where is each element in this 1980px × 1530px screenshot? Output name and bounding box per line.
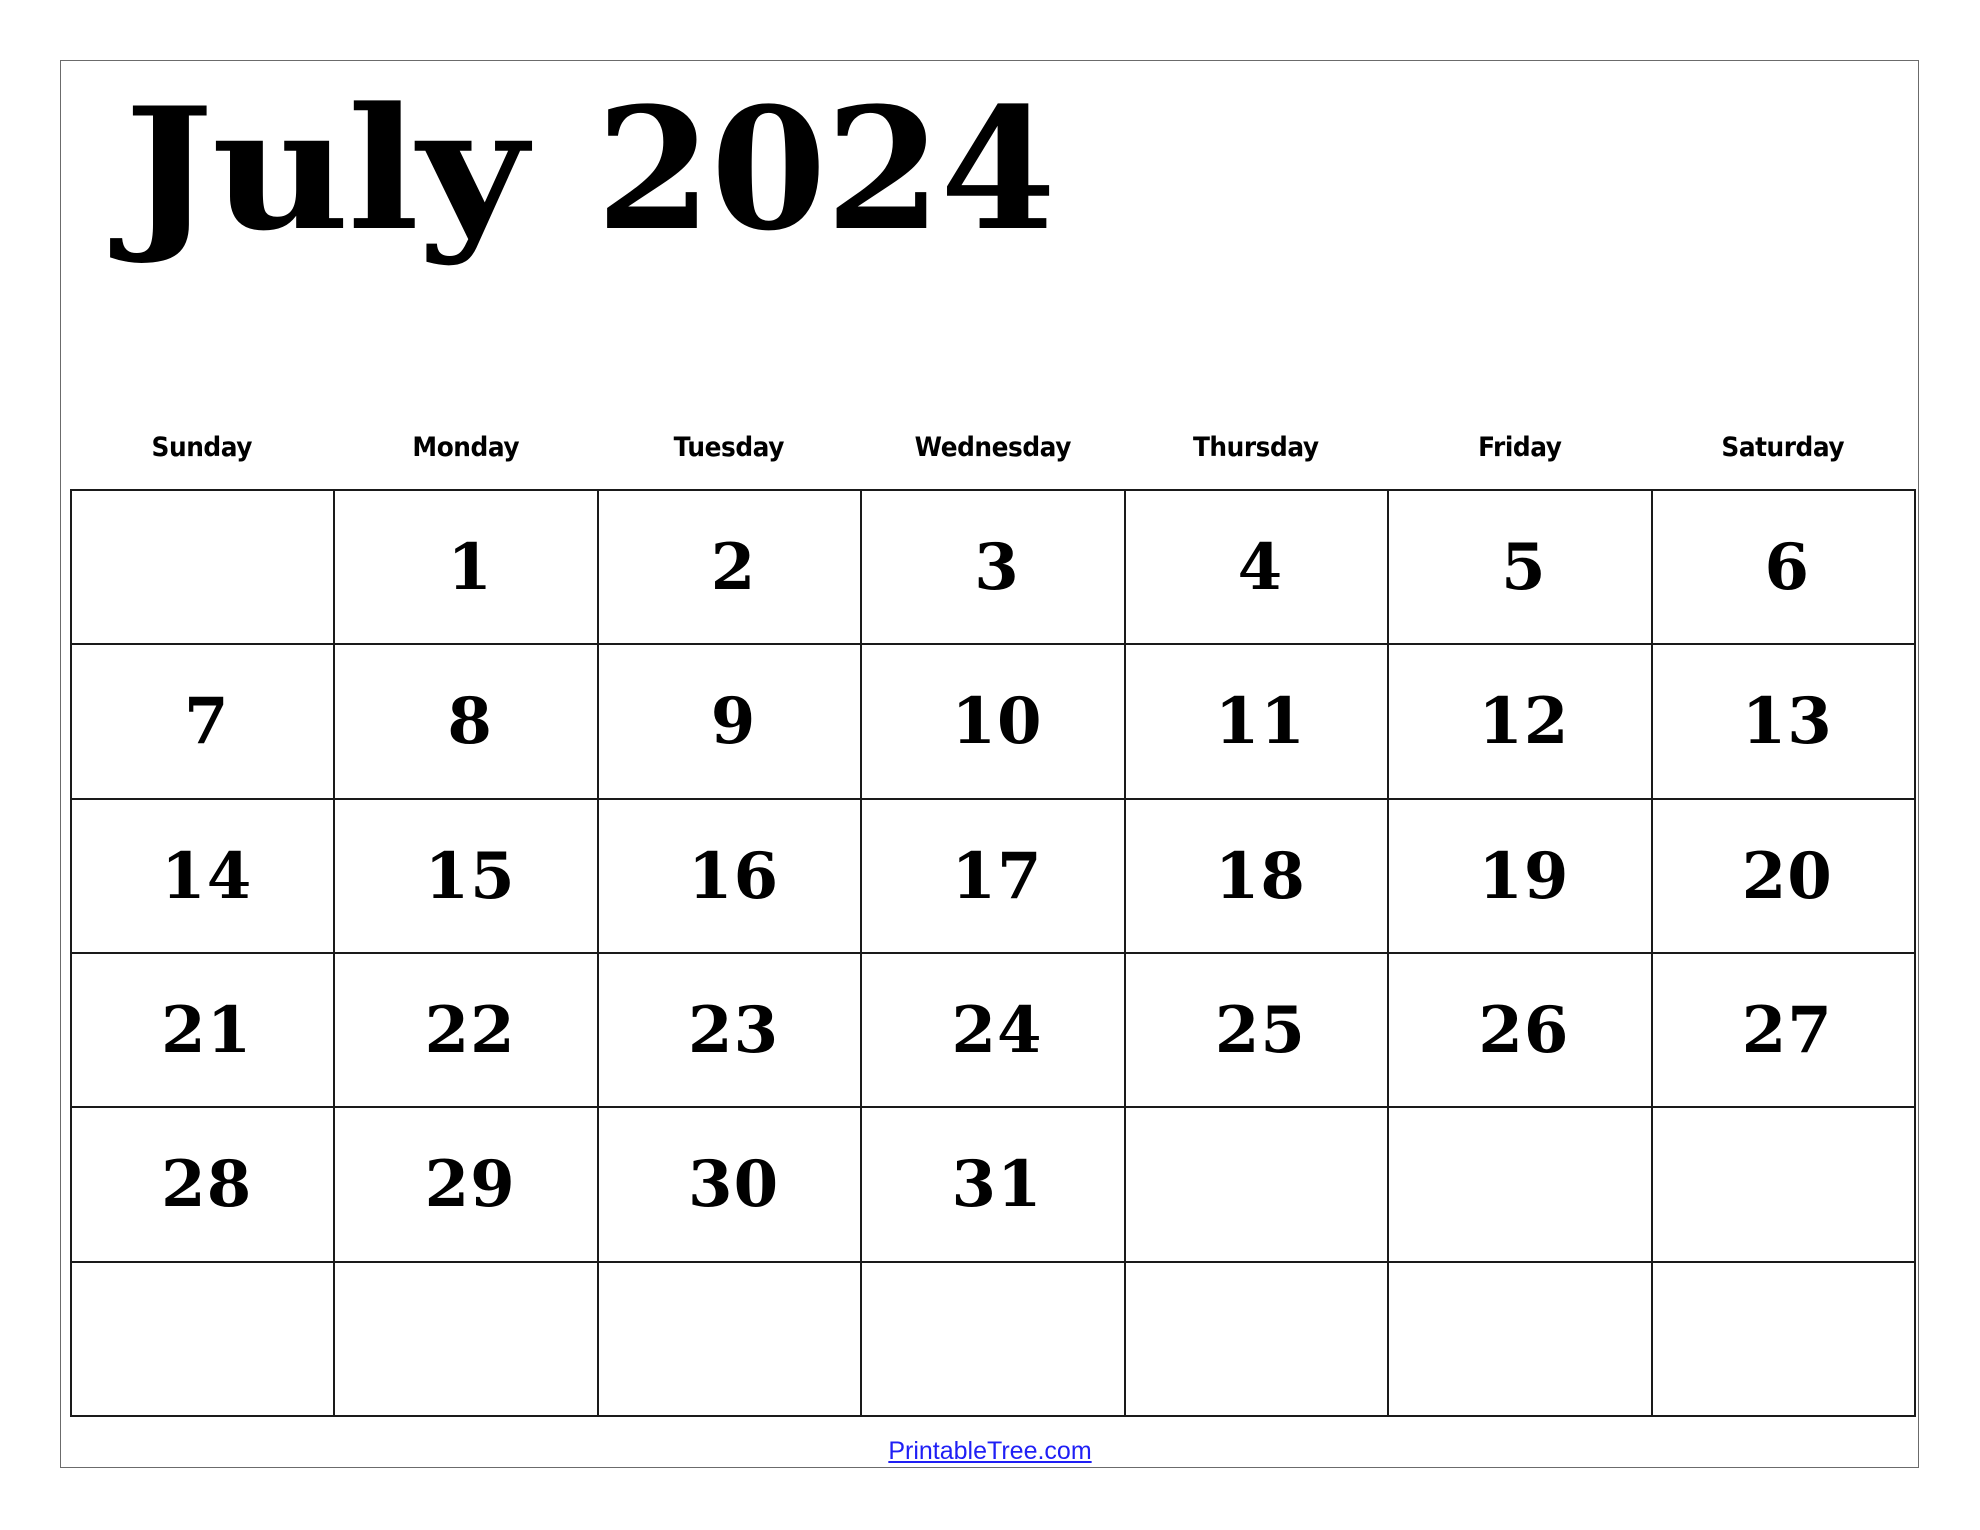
day-number: 5 [1501, 530, 1547, 606]
day-number: 23 [688, 993, 780, 1069]
day-cell: 4 [1125, 491, 1390, 646]
day-number: 27 [1741, 993, 1833, 1069]
weekday-sunday: Sunday [151, 432, 253, 463]
day-cell [72, 1262, 336, 1417]
weekday-saturday: Saturday [1721, 432, 1845, 463]
day-cell: 3 [862, 491, 1126, 646]
day-cell: 27 [1652, 953, 1916, 1109]
year-title: 2024 [596, 70, 1056, 268]
day-cell: 21 [72, 953, 336, 1109]
day-cell: 5 [1389, 491, 1653, 646]
day-number [199, 1338, 207, 1340]
day-number: 21 [161, 993, 253, 1069]
day-cell: 10 [862, 645, 1126, 800]
day-number: 20 [1741, 838, 1833, 914]
day-cell: 19 [1389, 799, 1653, 954]
weekday-wednesday: Wednesday [914, 432, 1071, 463]
day-cell [1389, 1108, 1653, 1263]
day-cell [1125, 1108, 1390, 1263]
day-cell: 2 [598, 491, 863, 646]
day-number: 29 [424, 1147, 516, 1223]
day-cell: 22 [335, 953, 599, 1109]
day-number: 6 [1764, 530, 1811, 606]
day-cell [1652, 1262, 1916, 1417]
day-cell: 13 [1652, 645, 1916, 800]
day-cell: 8 [335, 645, 599, 800]
day-cell [598, 1262, 863, 1417]
day-number [1779, 1338, 1787, 1340]
day-number: 24 [951, 993, 1043, 1069]
day-number: 2 [710, 530, 757, 606]
day-cell: 14 [72, 799, 336, 954]
day-number: 11 [1214, 684, 1306, 760]
day-cell: 29 [335, 1108, 599, 1263]
day-number [1252, 1338, 1260, 1340]
day-number: 28 [161, 1147, 253, 1223]
day-number: 30 [688, 1147, 780, 1223]
day-cell: 15 [335, 799, 599, 954]
day-number: 19 [1478, 838, 1570, 914]
day-number [462, 1338, 470, 1340]
day-cell: 7 [72, 645, 336, 800]
day-number: 26 [1478, 993, 1570, 1069]
weekday-monday: Monday [411, 432, 519, 463]
day-number: 10 [951, 684, 1043, 760]
weekday-header-row: Sunday Monday Tuesday Wednesday Thursday… [70, 420, 1915, 476]
day-cell [72, 491, 336, 646]
day-number [726, 1338, 734, 1340]
day-number: 17 [951, 838, 1043, 914]
calendar-grid: 1 2 3 4 5 6 7 8 9 10 11 12 13 14 15 16 1… [70, 489, 1916, 1417]
day-number: 18 [1214, 838, 1306, 914]
day-cell [862, 1262, 1126, 1417]
day-number [1779, 1183, 1787, 1185]
day-number: 7 [183, 684, 230, 760]
day-cell: 18 [1125, 799, 1390, 954]
day-number: 1 [447, 530, 493, 606]
printabletree-link[interactable]: PrintableTree.com [888, 1437, 1091, 1465]
day-cell: 30 [598, 1108, 863, 1263]
day-number: 8 [447, 684, 493, 760]
weekday-friday: Friday [1477, 432, 1562, 463]
day-number: 15 [424, 838, 516, 914]
day-number [1516, 1338, 1524, 1340]
day-cell: 12 [1389, 645, 1653, 800]
day-number [1252, 1183, 1260, 1185]
day-cell: 20 [1652, 799, 1916, 954]
day-number: 3 [974, 530, 1020, 606]
day-cell: 9 [598, 645, 863, 800]
day-cell [1125, 1262, 1390, 1417]
day-cell: 23 [598, 953, 863, 1109]
day-number: 14 [161, 838, 253, 914]
day-number [199, 566, 207, 568]
day-number: 12 [1478, 684, 1570, 760]
day-cell: 16 [598, 799, 863, 954]
day-cell [1652, 1108, 1916, 1263]
day-cell: 17 [862, 799, 1126, 954]
day-cell: 24 [862, 953, 1126, 1109]
day-number: 22 [424, 993, 516, 1069]
day-number: 31 [951, 1147, 1043, 1223]
day-cell: 26 [1389, 953, 1653, 1109]
weekday-tuesday: Tuesday [673, 432, 785, 463]
day-cell: 11 [1125, 645, 1390, 800]
day-number: 13 [1741, 684, 1833, 760]
day-number [989, 1338, 997, 1340]
day-cell: 31 [862, 1108, 1126, 1263]
day-number: 4 [1237, 530, 1284, 606]
day-cell: 25 [1125, 953, 1390, 1109]
day-cell: 28 [72, 1108, 336, 1263]
day-cell [1389, 1262, 1653, 1417]
day-number: 9 [710, 684, 757, 760]
day-number: 16 [688, 838, 780, 914]
day-cell: 1 [335, 491, 599, 646]
month-title: July [124, 70, 527, 268]
day-cell: 6 [1652, 491, 1916, 646]
weekday-thursday: Thursday [1193, 432, 1319, 463]
footer: PrintableTree.com [0, 1436, 1980, 1466]
day-cell [335, 1262, 599, 1417]
day-number [1516, 1183, 1524, 1185]
day-number: 25 [1214, 993, 1306, 1069]
